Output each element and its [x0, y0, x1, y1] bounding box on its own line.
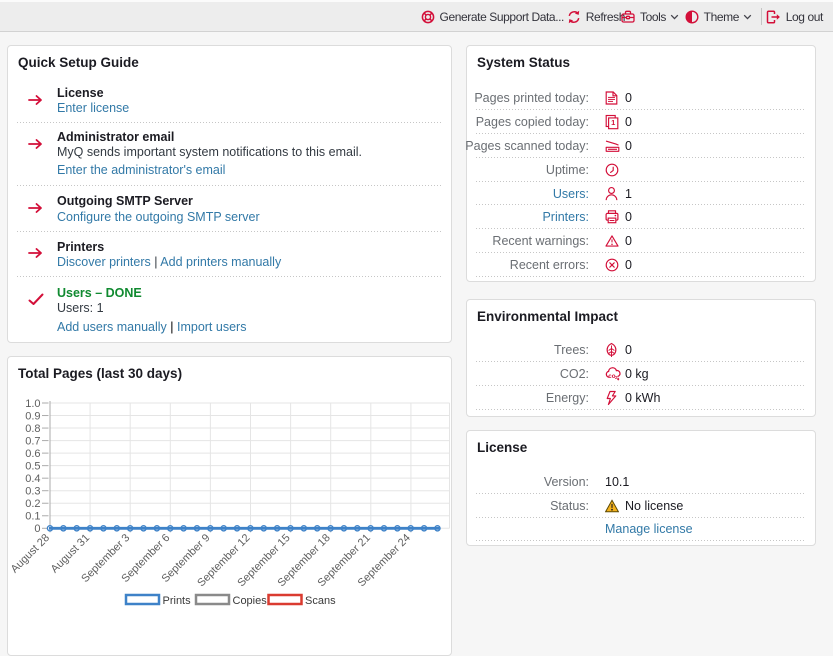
svg-text:1.0: 1.0	[25, 398, 40, 410]
svg-text:0.6: 0.6	[25, 448, 40, 460]
svg-text:1: 1	[611, 118, 615, 127]
svg-text:0.3: 0.3	[25, 486, 40, 498]
svg-text:0.7: 0.7	[25, 435, 40, 447]
svg-text:0.9: 0.9	[25, 410, 40, 422]
svg-text:0.8: 0.8	[25, 423, 40, 435]
svg-text:0.2: 0.2	[25, 498, 40, 510]
svg-text:0.5: 0.5	[25, 460, 40, 472]
svg-text:0.1: 0.1	[25, 511, 40, 523]
svg-text:0: 0	[34, 523, 40, 535]
svg-text:Scans: Scans	[305, 595, 336, 607]
svg-text:Copies: Copies	[233, 595, 268, 607]
svg-text:0.4: 0.4	[25, 473, 40, 485]
svg-text:Prints: Prints	[163, 595, 192, 607]
svg-text:August 28: August 28	[9, 532, 53, 576]
